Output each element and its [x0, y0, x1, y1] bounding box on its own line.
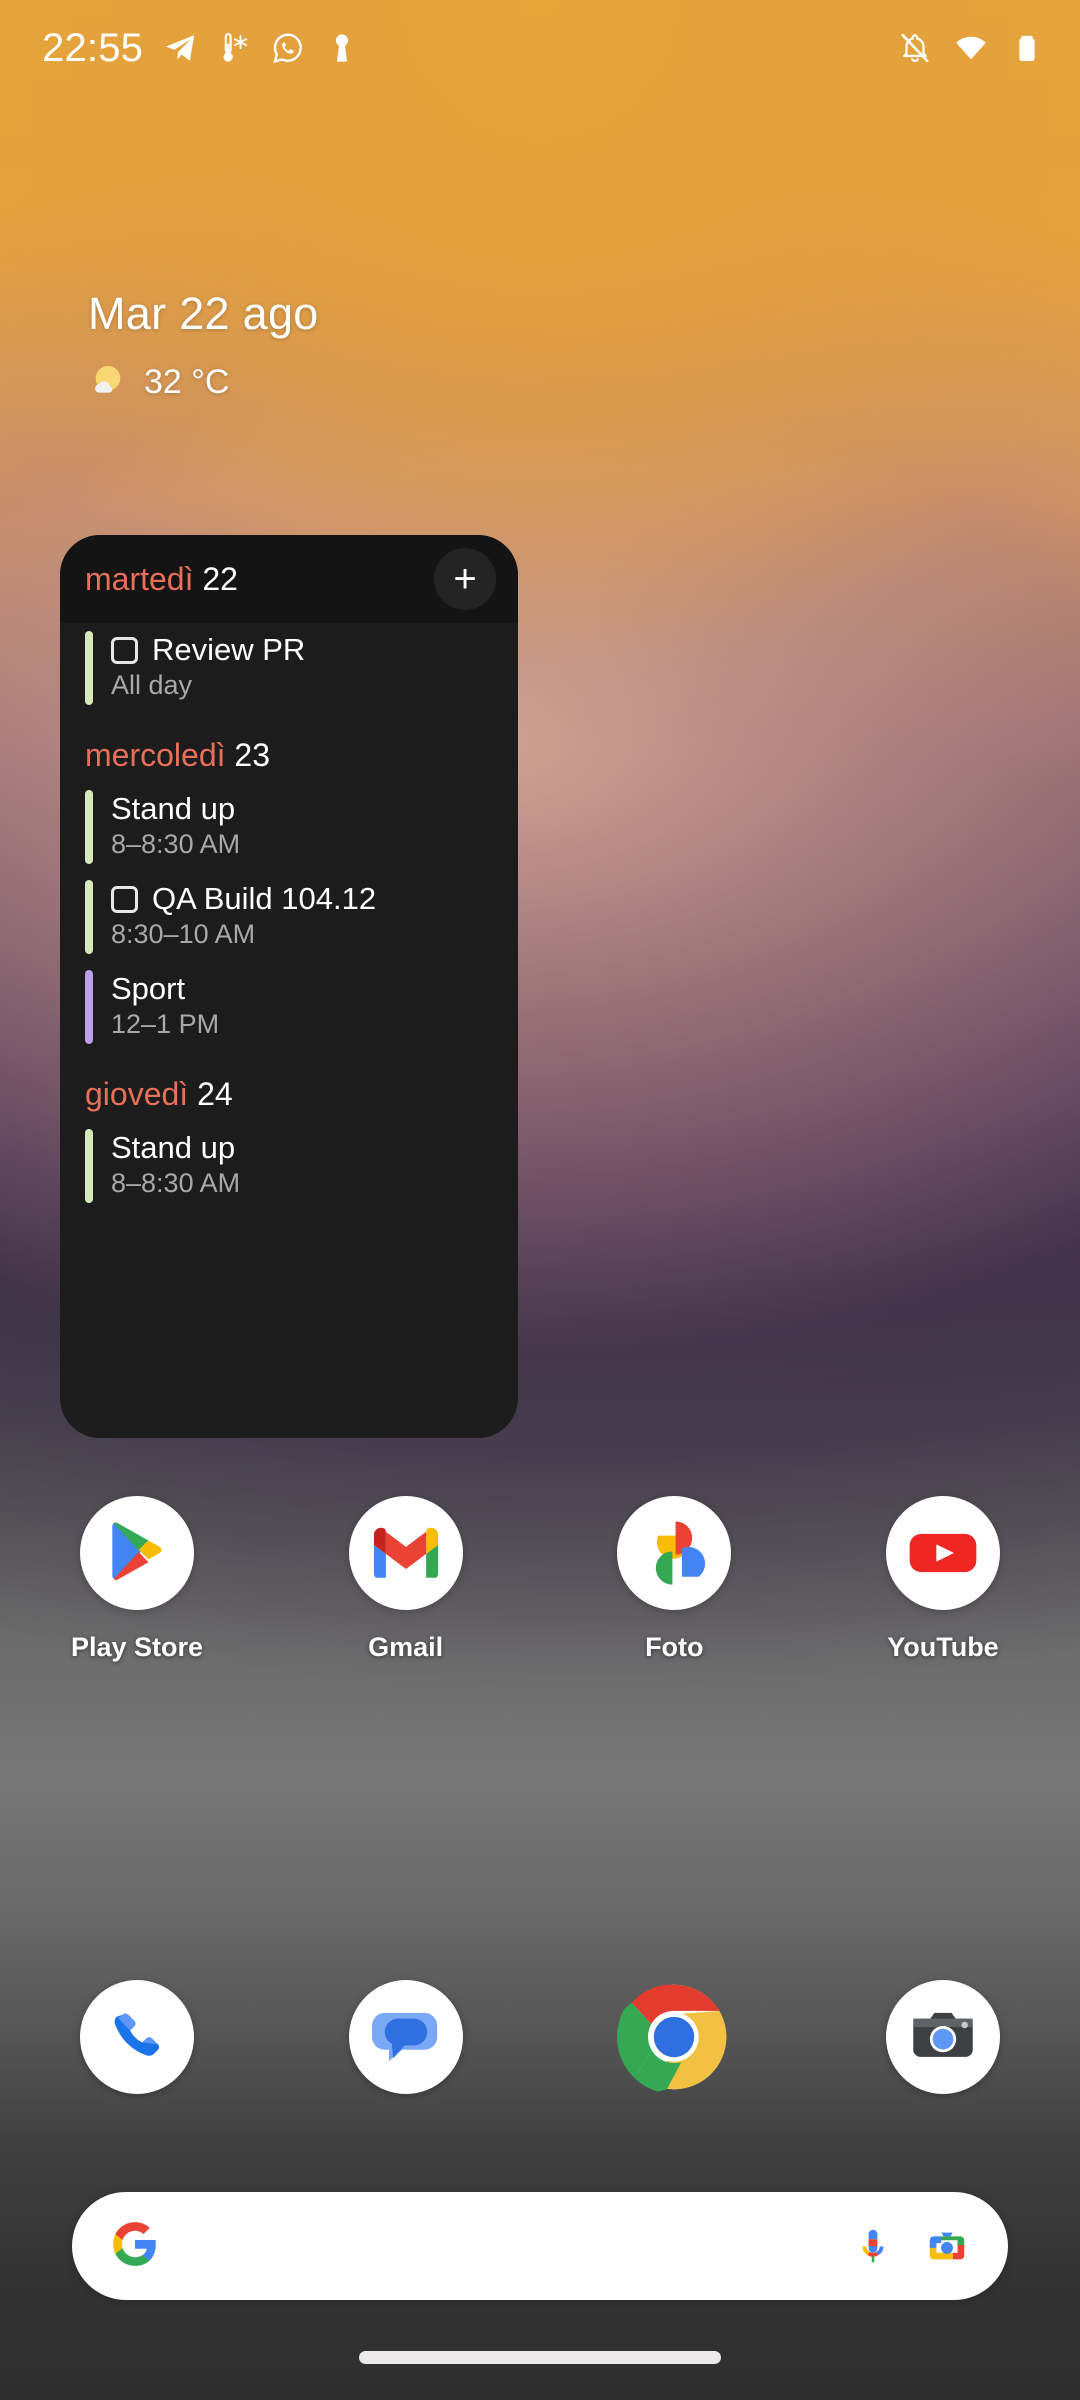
app-label: Foto	[645, 1632, 704, 1662]
app-label: Gmail	[368, 1632, 444, 1662]
dock-item-chrome[interactable]	[599, 1980, 749, 2094]
date-text: Mar 22 ago	[88, 288, 319, 339]
event-time: 12–1 PM	[111, 1009, 220, 1039]
status-bar-left: 22:55	[42, 26, 359, 71]
gmail-icon[interactable]	[348, 1496, 463, 1610]
event-title-row: Stand up	[111, 1130, 240, 1166]
chrome-icon[interactable]	[617, 1980, 731, 2094]
event-title: Sport	[111, 971, 186, 1006]
battery-icon	[1010, 31, 1044, 65]
youtube-icon[interactable]	[885, 1496, 1000, 1610]
app-label: YouTube	[887, 1632, 999, 1662]
dock-item-camera[interactable]	[868, 1980, 1018, 2094]
calendar-event[interactable]: Sport 12–1 PM	[60, 962, 518, 1052]
task-checkbox[interactable]	[111, 636, 138, 664]
event-title: Stand up	[111, 791, 236, 826]
event-title-row: Review PR	[111, 632, 305, 668]
event-color-bar	[85, 970, 93, 1044]
dock-item-phone[interactable]	[62, 1980, 212, 2094]
calendar-event-list[interactable]: Review PR All day mercoledì 23 Stand up 8–8:…	[60, 623, 518, 1211]
calendar-header-day-number: 22	[202, 560, 238, 597]
app-grid: Play Store Gmail Foto YouTube	[0, 1496, 1080, 1663]
event-title-row: Stand up	[111, 791, 240, 827]
task-checkbox[interactable]	[111, 885, 138, 913]
camera-icon[interactable]	[885, 1980, 1000, 2094]
microphone-icon[interactable]	[850, 2223, 896, 2269]
weather-temperature: 32 °C	[144, 363, 230, 401]
dock	[0, 1980, 1080, 2094]
calendar-header-date[interactable]: martedì 22	[85, 561, 238, 598]
thermometer-weather-icon	[217, 31, 251, 65]
key-icon	[325, 31, 359, 65]
whatsapp-icon	[271, 31, 305, 65]
google-lens-icon[interactable]	[924, 2223, 970, 2269]
calendar-day-name: giovedì	[85, 1076, 189, 1112]
phone-icon[interactable]	[80, 1980, 194, 2094]
status-bar-right	[898, 31, 1044, 65]
event-title: Stand up	[111, 1130, 236, 1165]
app-gmail[interactable]: Gmail	[331, 1496, 481, 1663]
calendar-day-label: mercoledì 23	[60, 713, 518, 782]
status-bar-clock: 22:55	[42, 25, 144, 70]
status-bar: 22:55	[0, 0, 1080, 96]
event-color-bar	[85, 790, 93, 864]
date-weather-widget[interactable]: Mar 22 ago 32 °C	[88, 288, 319, 405]
calendar-widget-header: martedì 22 +	[60, 535, 518, 623]
event-texts: Sport 12–1 PM	[111, 970, 219, 1044]
google-search-bar[interactable]	[72, 2192, 1008, 2300]
event-title-row: Sport	[111, 971, 219, 1007]
app-youtube[interactable]: YouTube	[868, 1496, 1018, 1663]
calendar-day-name: mercoledì	[85, 737, 226, 773]
add-event-button[interactable]: +	[434, 548, 496, 610]
event-color-bar	[85, 631, 93, 705]
messages-icon[interactable]	[348, 1980, 463, 2094]
event-texts: Stand up 8–8:30 AM	[111, 1129, 240, 1203]
event-texts: Stand up 8–8:30 AM	[111, 790, 240, 864]
notifications-silenced-icon	[898, 31, 932, 65]
search-input[interactable]	[160, 2192, 822, 2300]
event-time: All day	[111, 670, 193, 700]
telegram-icon	[163, 31, 197, 65]
weather-row[interactable]: 32 °C	[88, 360, 319, 405]
event-title-row: QA Build 104.12	[111, 881, 376, 917]
calendar-header-day-name: martedì	[85, 560, 194, 597]
event-title: Review PR	[152, 632, 306, 667]
calendar-day-number: 23	[234, 737, 270, 773]
calendar-event[interactable]: QA Build 104.12 8:30–10 AM	[60, 872, 518, 962]
app-label: Play Store	[70, 1632, 204, 1662]
event-texts: QA Build 104.12 8:30–10 AM	[111, 880, 376, 954]
wifi-icon	[954, 31, 988, 65]
play-store-icon[interactable]	[80, 1496, 194, 1610]
calendar-event[interactable]: Stand up 8–8:30 AM	[60, 1121, 518, 1211]
calendar-widget[interactable]: martedì 22 + Review PR All day mercoledì 2…	[60, 535, 518, 1438]
app-play-store[interactable]: Play Store	[62, 1496, 212, 1663]
dock-item-messages[interactable]	[331, 1980, 481, 2094]
event-color-bar	[85, 880, 93, 954]
app-foto[interactable]: Foto	[599, 1496, 749, 1663]
event-texts: Review PR All day	[111, 631, 305, 705]
google-photos-icon[interactable]	[617, 1496, 732, 1610]
sun-cloud-icon	[88, 360, 128, 405]
calendar-day-label: giovedì 24	[60, 1052, 518, 1121]
event-title: QA Build 104.12	[152, 881, 377, 916]
event-time: 8:30–10 AM	[111, 919, 256, 949]
calendar-event[interactable]: Stand up 8–8:30 AM	[60, 782, 518, 872]
event-time: 8–8:30 AM	[111, 829, 241, 859]
calendar-event[interactable]: Review PR All day	[60, 623, 518, 713]
home-gesture-pill[interactable]	[359, 2351, 721, 2364]
calendar-day-number: 24	[197, 1076, 233, 1112]
google-g-icon	[110, 2219, 160, 2274]
event-time: 8–8:30 AM	[111, 1168, 241, 1198]
event-color-bar	[85, 1129, 93, 1203]
